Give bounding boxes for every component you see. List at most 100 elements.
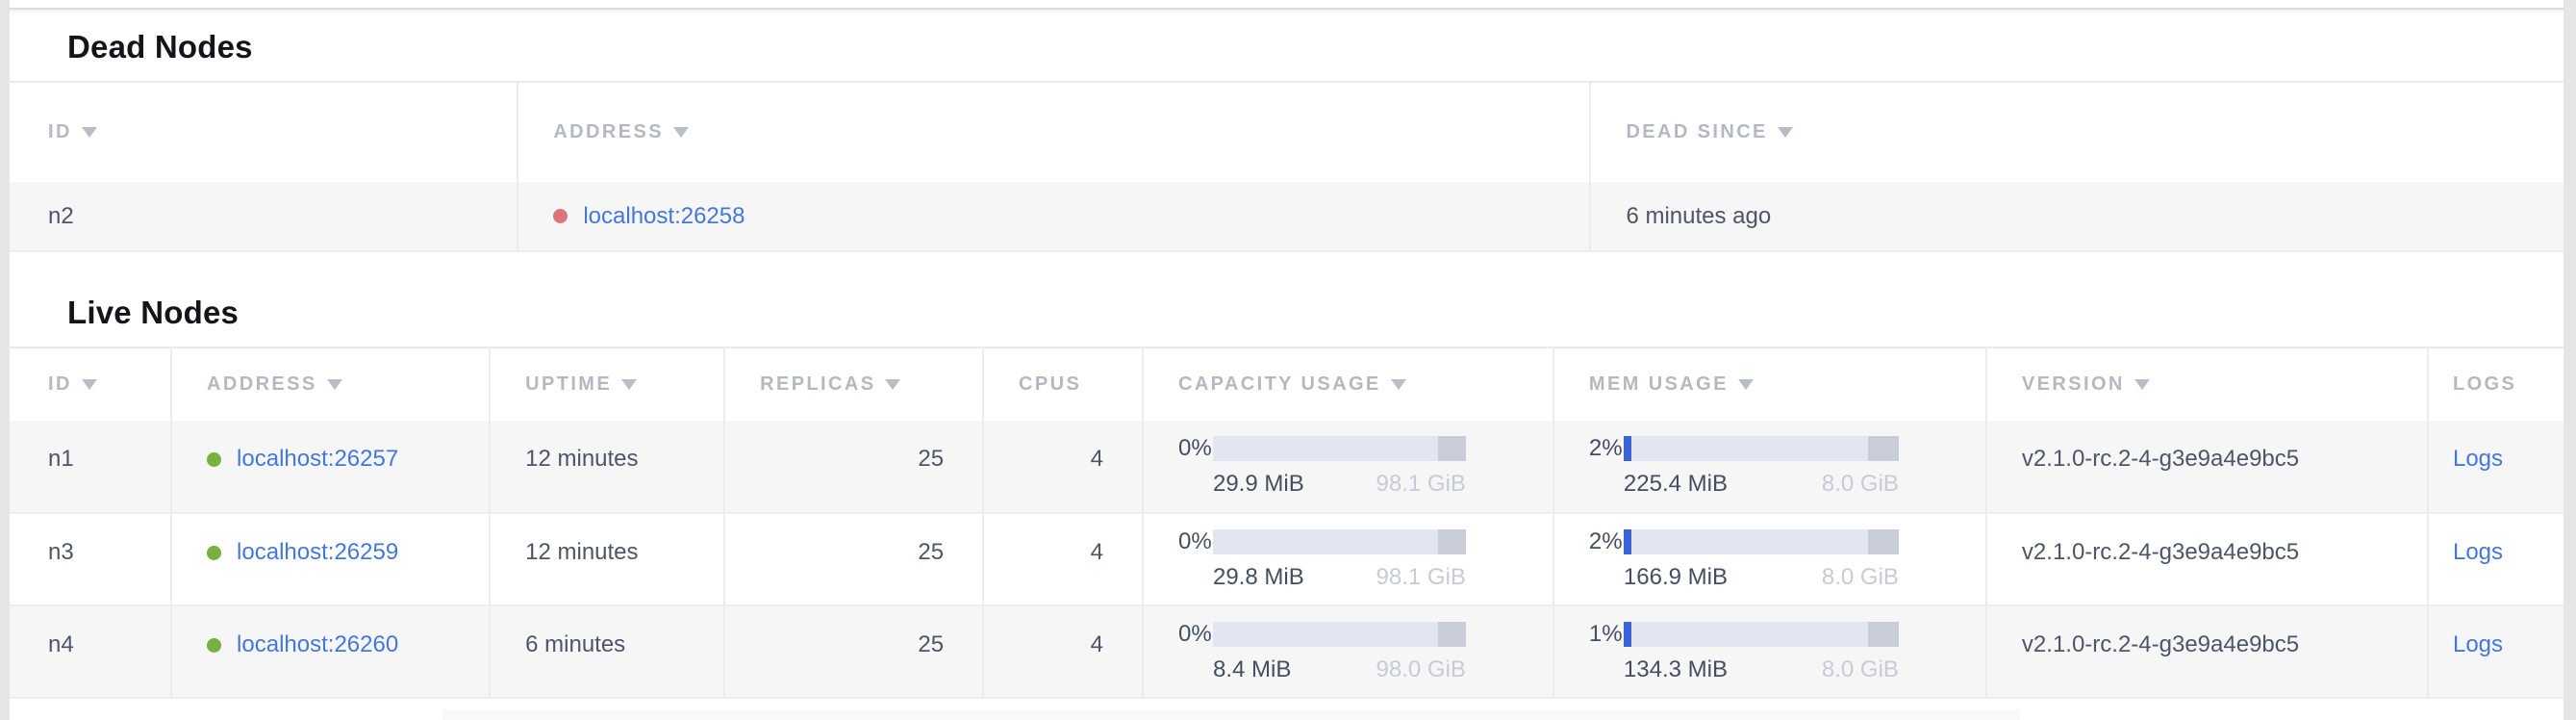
capacity-used-value: 8.4 MiB (1213, 656, 1291, 683)
logs-cell: Logs (2428, 513, 2563, 605)
live-nodes-header-row: ID ADDRESS UPTIME REPLICAS CPUS CAPACITY… (10, 348, 2563, 421)
bar-reserved-segment (1868, 436, 1898, 461)
cpus-cell: 4 (983, 421, 1143, 513)
column-header-mem-usage[interactable]: MEM USAGE (1553, 348, 1986, 421)
mem-usage-bar (1624, 436, 1899, 461)
capacity-usage-cell: 0% 29.8 MiB 98.1 GiB (1143, 513, 1553, 605)
column-header-uptime[interactable]: UPTIME (490, 348, 724, 421)
uptime-cell: 6 minutes (490, 605, 724, 698)
version-cell: v2.1.0-rc.2-4-g3e9a4e9bc5 (1986, 605, 2428, 698)
column-header-address[interactable]: ADDRESS (171, 348, 490, 421)
sort-arrow-icon (1391, 379, 1406, 390)
node-id-cell: n4 (10, 605, 171, 698)
live-node-status-icon (207, 638, 221, 653)
mem-percent-label: 2% (1589, 528, 1624, 555)
sort-arrow-icon (82, 379, 97, 390)
top-divider (10, 0, 2563, 10)
capacity-used-value: 29.9 MiB (1213, 471, 1304, 498)
node-list-page: Dead Nodes ID ADDRESS DEAD SINCE n2 (0, 0, 2576, 720)
node-address-link[interactable]: localhost:26259 (237, 539, 398, 566)
sort-arrow-icon (82, 127, 97, 138)
content-panel: Dead Nodes ID ADDRESS DEAD SINCE n2 (10, 0, 2563, 720)
logs-link[interactable]: Logs (2453, 631, 2503, 657)
sort-arrow-icon (327, 379, 342, 390)
bar-reserved-segment (1438, 436, 1466, 461)
logs-link[interactable]: Logs (2453, 446, 2503, 472)
uptime-cell: 12 minutes (490, 421, 724, 513)
column-header-id[interactable]: ID (10, 348, 171, 421)
column-header-replicas[interactable]: REPLICAS (724, 348, 983, 421)
mem-total-value: 8.0 GiB (1822, 471, 1899, 498)
capacity-usage-bar (1213, 622, 1466, 647)
mem-usage-bar (1624, 622, 1899, 647)
sort-arrow-icon (621, 379, 637, 390)
live-nodes-table: ID ADDRESS UPTIME REPLICAS CPUS CAPACITY… (10, 348, 2563, 699)
sort-arrow-icon (2134, 379, 2150, 390)
bar-reserved-segment (1868, 529, 1898, 554)
mem-usage-cell: 2% 225.4 MiB 8.0 GiB (1553, 421, 1986, 513)
sort-arrow-icon (1778, 127, 1793, 138)
capacity-usage-bar (1213, 436, 1466, 461)
column-header-cpus: CPUS (983, 348, 1143, 421)
capacity-usage-cell: 0% 29.9 MiB 98.1 GiB (1143, 421, 1553, 513)
next-section-edge (442, 709, 2020, 720)
capacity-total-value: 98.1 GiB (1376, 471, 1466, 498)
table-row: n3 localhost:26259 12 minutes 25 4 0% (10, 513, 2563, 605)
dead-node-status-icon (553, 209, 568, 223)
version-cell: v2.1.0-rc.2-4-g3e9a4e9bc5 (1986, 421, 2428, 513)
mem-usage-bar (1624, 529, 1899, 554)
table-row: n1 localhost:26257 12 minutes 25 4 0% (10, 421, 2563, 513)
sort-arrow-icon (673, 127, 689, 138)
mem-usage-cell: 2% 166.9 MiB 8.0 GiB (1553, 513, 1986, 605)
logs-cell: Logs (2428, 421, 2563, 513)
dead-nodes-section-header: Dead Nodes (10, 10, 2563, 83)
table-row: n2 localhost:26258 6 minutes ago (10, 182, 2563, 251)
node-id-cell: n1 (10, 421, 171, 513)
uptime-cell: 12 minutes (490, 513, 724, 605)
capacity-percent-label: 0% (1178, 435, 1213, 462)
column-header-address[interactable]: ADDRESS (518, 83, 1590, 182)
node-address-link[interactable]: localhost:26260 (237, 631, 398, 658)
bar-reserved-segment (1438, 622, 1466, 647)
live-node-status-icon (207, 452, 221, 467)
version-cell: v2.1.0-rc.2-4-g3e9a4e9bc5 (1986, 513, 2428, 605)
node-address-cell: localhost:26259 (171, 513, 490, 605)
table-row: n4 localhost:26260 6 minutes 25 4 0% (10, 605, 2563, 698)
node-address-cell: localhost:26258 (518, 182, 1590, 251)
column-header-dead-since[interactable]: DEAD SINCE (1590, 83, 2563, 182)
live-node-status-icon (207, 546, 221, 560)
capacity-used-value: 29.8 MiB (1213, 564, 1304, 591)
bar-reserved-segment (1868, 622, 1898, 647)
sort-arrow-icon (1738, 379, 1754, 390)
mem-used-value: 225.4 MiB (1624, 471, 1728, 498)
column-header-version[interactable]: VERSION (1986, 348, 2428, 421)
replicas-cell: 25 (724, 513, 983, 605)
capacity-total-value: 98.1 GiB (1376, 564, 1466, 591)
capacity-percent-label: 0% (1178, 621, 1213, 648)
replicas-cell: 25 (724, 421, 983, 513)
logs-link[interactable]: Logs (2453, 539, 2503, 565)
mem-used-value: 134.3 MiB (1624, 656, 1728, 683)
replicas-cell: 25 (724, 605, 983, 698)
node-address-cell: localhost:26257 (171, 421, 490, 513)
column-header-capacity-usage[interactable]: CAPACITY USAGE (1143, 348, 1553, 421)
capacity-percent-label: 0% (1178, 528, 1213, 555)
logs-cell: Logs (2428, 605, 2563, 698)
cpus-cell: 4 (983, 513, 1143, 605)
capacity-total-value: 98.0 GiB (1376, 656, 1466, 683)
node-address-link[interactable]: localhost:26258 (583, 203, 745, 230)
node-address-link[interactable]: localhost:26257 (237, 446, 398, 473)
live-nodes-section-header: Live Nodes (10, 252, 2563, 348)
live-nodes-heading: Live Nodes (67, 295, 2563, 331)
dead-nodes-heading: Dead Nodes (67, 29, 2563, 65)
column-header-id[interactable]: ID (10, 83, 518, 182)
capacity-usage-bar (1213, 529, 1466, 554)
node-address-cell: localhost:26260 (171, 605, 490, 698)
dead-nodes-header-row: ID ADDRESS DEAD SINCE (10, 83, 2563, 182)
mem-used-value: 166.9 MiB (1624, 564, 1728, 591)
capacity-usage-cell: 0% 8.4 MiB 98.0 GiB (1143, 605, 1553, 698)
dead-nodes-table: ID ADDRESS DEAD SINCE n2 localhost:26258… (10, 83, 2563, 252)
sort-arrow-icon (885, 379, 900, 390)
mem-total-value: 8.0 GiB (1822, 564, 1899, 591)
cpus-cell: 4 (983, 605, 1143, 698)
